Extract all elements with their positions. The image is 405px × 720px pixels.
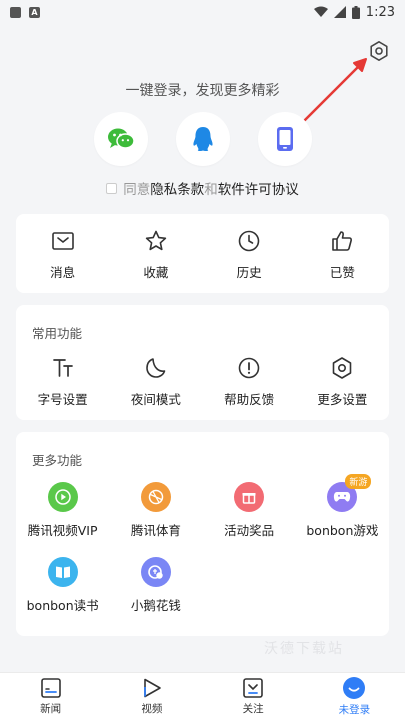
status-bar: A 1:23 bbox=[0, 0, 405, 24]
phone-icon bbox=[276, 127, 293, 151]
tab-news-label: 新闻 bbox=[40, 703, 62, 715]
clock-time: 1:23 bbox=[365, 4, 395, 20]
night-mode-label: 夜间模式 bbox=[130, 392, 181, 407]
wechat-icon bbox=[107, 128, 135, 149]
help-feedback-label: 帮助反馈 bbox=[224, 392, 275, 407]
news-icon bbox=[40, 678, 61, 698]
settings-button[interactable] bbox=[366, 38, 392, 64]
watermark: 沃德下载站 bbox=[264, 641, 344, 657]
tencent-sports-label: 腾讯体育 bbox=[130, 523, 181, 538]
phone-login-button[interactable] bbox=[257, 112, 312, 166]
signal-icon bbox=[333, 6, 346, 18]
more-settings-item[interactable]: 更多设置 bbox=[296, 355, 389, 408]
tab-follow[interactable]: 关注 bbox=[203, 673, 304, 720]
tab-follow-label: 关注 bbox=[242, 703, 264, 715]
notification-icon bbox=[10, 6, 21, 18]
font-size-icon bbox=[52, 359, 73, 377]
privacy-link[interactable]: 隐私条款 bbox=[150, 182, 204, 198]
common-functions-title: 常用功能 bbox=[32, 326, 83, 341]
video-icon bbox=[143, 678, 161, 698]
profile-icon bbox=[343, 677, 366, 699]
history-item[interactable]: 历史 bbox=[203, 228, 296, 281]
tab-video[interactable]: 视频 bbox=[101, 673, 202, 720]
history-label: 历史 bbox=[236, 265, 262, 280]
bottom-tab-bar: 新闻 视频 关注 未登录 bbox=[0, 672, 405, 720]
more-settings-label: 更多设置 bbox=[317, 392, 368, 407]
new-game-badge: 新游 bbox=[345, 474, 372, 489]
agreement-prefix: 同意 bbox=[123, 182, 151, 198]
wechat-login-button[interactable] bbox=[93, 112, 148, 166]
qq-icon bbox=[192, 127, 213, 152]
login-title: 一键登录，发现更多精彩 bbox=[125, 83, 280, 99]
license-link[interactable]: 软件许可协议 bbox=[218, 182, 299, 198]
help-icon bbox=[238, 357, 260, 379]
help-feedback-item[interactable]: 帮助反馈 bbox=[203, 355, 296, 408]
activity-prizes-label: 活动奖品 bbox=[224, 523, 275, 538]
more-functions-title: 更多功能 bbox=[32, 453, 83, 468]
messages-label: 消息 bbox=[50, 265, 76, 280]
tab-profile[interactable]: 未登录 bbox=[304, 673, 405, 720]
tab-profile-label: 未登录 bbox=[338, 704, 371, 716]
login-methods bbox=[0, 112, 405, 166]
favorites-label: 收藏 bbox=[143, 265, 169, 280]
bonbon-games-label: bonbon游戏 bbox=[306, 523, 379, 538]
font-size-item[interactable]: 字号设置 bbox=[16, 355, 109, 408]
messages-item[interactable]: 消息 bbox=[16, 228, 109, 281]
moon-icon bbox=[146, 358, 166, 378]
agree-checkbox[interactable] bbox=[106, 182, 118, 194]
font-size-label: 字号设置 bbox=[37, 392, 88, 407]
wallet-icon bbox=[140, 557, 171, 587]
video-play-icon bbox=[47, 482, 78, 512]
clock-icon bbox=[238, 230, 260, 252]
gift-icon bbox=[234, 482, 265, 512]
quick-actions-card: 消息 收藏 历史 已赞 bbox=[16, 214, 389, 293]
bonbon-games-item[interactable]: 新游 bonbon游戏 bbox=[296, 474, 389, 539]
qq-login-button[interactable] bbox=[175, 112, 230, 166]
gamepad-icon: 新游 bbox=[327, 474, 372, 512]
thumbs-up-icon bbox=[332, 231, 353, 251]
battery-icon bbox=[351, 5, 360, 19]
activity-prizes-item[interactable]: 活动奖品 bbox=[203, 482, 296, 539]
tencent-sports-item[interactable]: 腾讯体育 bbox=[109, 482, 202, 539]
ball-icon bbox=[140, 482, 171, 512]
favorites-item[interactable]: 收藏 bbox=[109, 228, 202, 281]
xiaoe-spending-item[interactable]: 小鹅花钱 bbox=[109, 557, 202, 614]
bonbon-reading-label: bonbon读书 bbox=[26, 598, 99, 613]
liked-label: 已赞 bbox=[329, 265, 355, 280]
wifi-icon bbox=[313, 6, 328, 17]
night-mode-item[interactable]: 夜间模式 bbox=[109, 355, 202, 408]
xiaoe-spending-label: 小鹅花钱 bbox=[130, 598, 181, 613]
book-icon bbox=[47, 557, 78, 587]
liked-item[interactable]: 已赞 bbox=[296, 228, 389, 281]
tencent-video-vip-item[interactable]: 腾讯视频VIP bbox=[16, 482, 109, 539]
bonbon-reading-item[interactable]: bonbon读书 bbox=[16, 557, 109, 614]
star-icon bbox=[145, 230, 167, 251]
agreement-row: 同意隐私条款和软件许可协议 bbox=[0, 178, 405, 198]
agreement-and: 和 bbox=[204, 182, 218, 198]
tab-news[interactable]: 新闻 bbox=[0, 673, 101, 720]
follow-icon bbox=[243, 678, 263, 698]
tab-video-label: 视频 bbox=[141, 703, 163, 715]
common-functions-card: 常用功能 字号设置 夜间模式 帮助反馈 更多设置 bbox=[16, 305, 389, 420]
more-functions-card: 更多功能 腾讯视频VIP 腾讯体育 活动奖品 新游 bonbon游戏 bonbo… bbox=[16, 432, 389, 636]
app-notification-icon: A bbox=[29, 6, 40, 18]
hex-settings-icon bbox=[370, 41, 388, 61]
hex-settings-icon bbox=[333, 357, 352, 379]
tencent-video-vip-label: 腾讯视频VIP bbox=[27, 523, 98, 538]
mail-icon bbox=[51, 232, 74, 250]
